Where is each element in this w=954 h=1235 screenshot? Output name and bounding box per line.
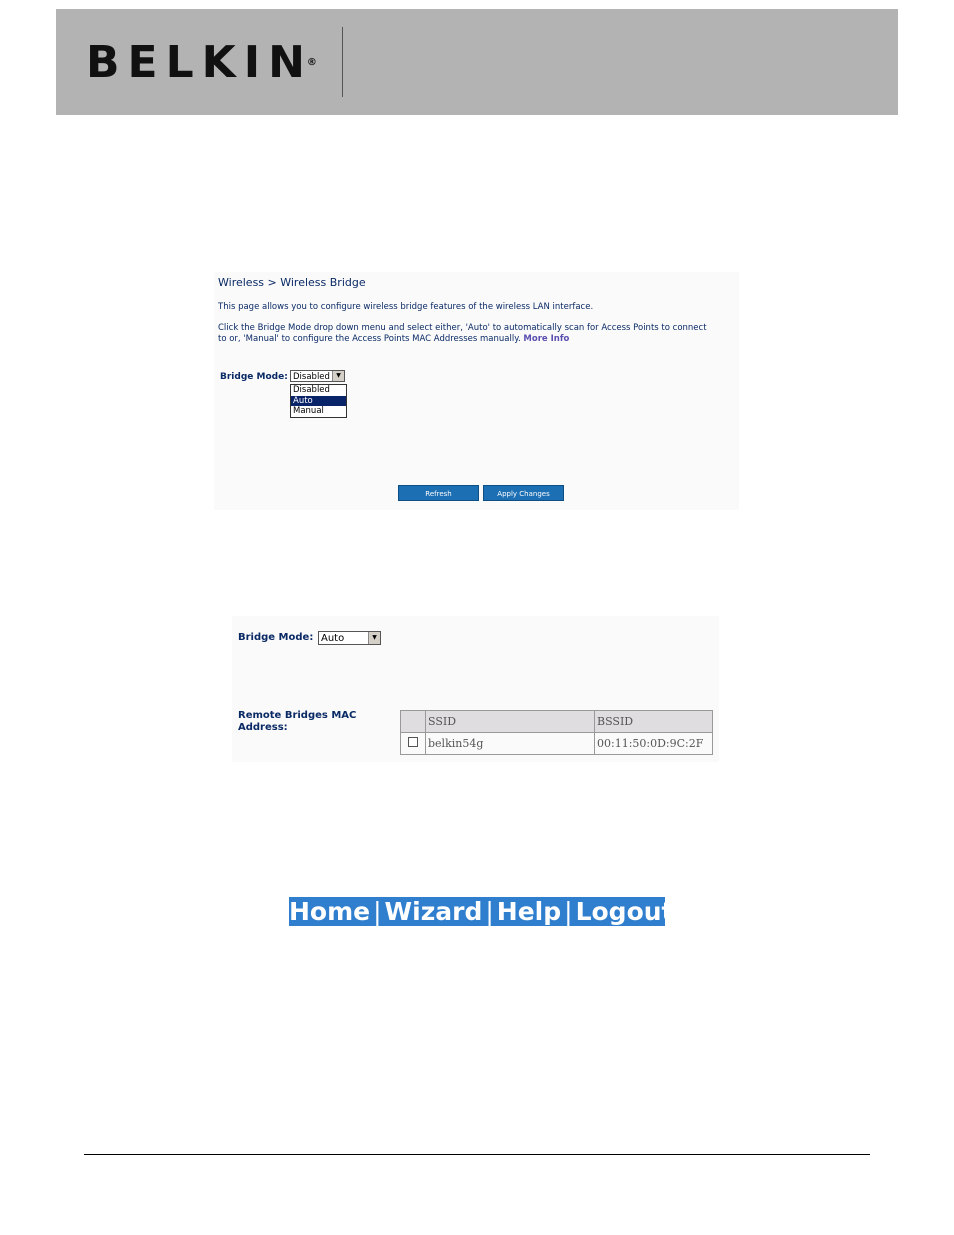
apply-changes-button[interactable]: Apply Changes: [483, 485, 564, 501]
nav-home[interactable]: Home: [289, 897, 370, 926]
wireless-bridge-screenshot: Wireless > Wireless Bridge This page all…: [214, 272, 739, 510]
chevron-down-icon[interactable]: ▼: [332, 371, 344, 381]
breadcrumb: Wireless > Wireless Bridge: [218, 276, 366, 289]
remote-bridges-table: SSID BSSID belkin54g 00:11:50:0D:9C:2F: [400, 710, 713, 755]
belkin-logo: BELKIN®: [86, 37, 317, 88]
auto-mode-screenshot: Bridge Mode: Auto ▼ Remote Bridges MAC Ad…: [232, 616, 719, 762]
bridge-mode-dropdown: Disabled Auto Manual: [290, 384, 347, 418]
nav-bar: Home | Wizard | Help | Logout: [289, 897, 674, 926]
option-auto[interactable]: Auto: [291, 395, 346, 406]
refresh-button[interactable]: Refresh: [398, 485, 479, 501]
row-check-cell: [400, 732, 426, 755]
remote-bridges-label: Remote Bridges MAC Address:: [238, 710, 357, 733]
nav-wizard[interactable]: Wizard: [385, 897, 483, 926]
intro-text: This page allows you to configure wirele…: [218, 302, 594, 312]
bridge-mode-label-2: Bridge Mode:: [238, 632, 314, 643]
bridge-mode-select[interactable]: Disabled ▼: [290, 370, 345, 382]
row-ssid: belkin54g: [425, 732, 595, 755]
row-checkbox[interactable]: [408, 737, 418, 747]
header-band: BELKIN®: [56, 9, 898, 115]
header-bssid: BSSID: [594, 710, 713, 733]
header-divider: [342, 27, 343, 97]
nav-logout[interactable]: Logout: [576, 897, 674, 926]
chevron-down-icon[interactable]: ▼: [368, 632, 380, 644]
table-row: belkin54g 00:11:50:0D:9C:2F: [400, 732, 713, 755]
bridge-mode-label: Bridge Mode:: [220, 372, 288, 382]
option-manual[interactable]: Manual: [291, 406, 346, 417]
nav-separator: |: [485, 897, 494, 926]
instructions-text: Click the Bridge Mode drop down menu and…: [218, 323, 707, 344]
bridge-mode-select-2[interactable]: Auto ▼: [318, 631, 381, 645]
more-info-link[interactable]: More Info: [523, 334, 569, 344]
nav-help[interactable]: Help: [497, 897, 561, 926]
nav-separator: |: [373, 897, 382, 926]
row-bssid: 00:11:50:0D:9C:2F: [594, 732, 713, 755]
footer-rule: [84, 1154, 870, 1155]
table-header-row: SSID BSSID: [400, 710, 713, 733]
header-ssid: SSID: [425, 710, 595, 733]
header-check-cell: [400, 710, 426, 733]
nav-separator: |: [564, 897, 573, 926]
option-disabled[interactable]: Disabled: [291, 385, 346, 396]
